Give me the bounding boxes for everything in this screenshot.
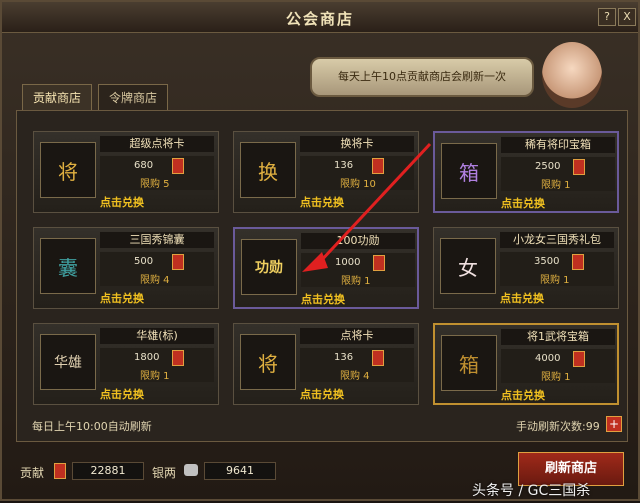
contribution-value: 22881: [72, 462, 144, 480]
auto-refresh-note: 每日上午10:00自动刷新: [32, 420, 152, 433]
contribution-ticket-icon: [54, 463, 66, 479]
contribution-label: 贡献: [20, 466, 45, 480]
silver-label: 银两: [152, 466, 177, 480]
watermark: 头条号 / GC三国杀: [472, 483, 591, 499]
silver-icon: [184, 464, 198, 476]
manual-refresh-count: 手动刷新次数:99: [516, 420, 600, 433]
silver-value: 9641: [204, 462, 276, 480]
guild-shop-window: 公会商店 ? X 每天上午10点贡献商店会刷新一次 贡献商店 令牌商店 将 超级…: [0, 0, 640, 501]
add-refresh-button[interactable]: +: [606, 416, 622, 432]
